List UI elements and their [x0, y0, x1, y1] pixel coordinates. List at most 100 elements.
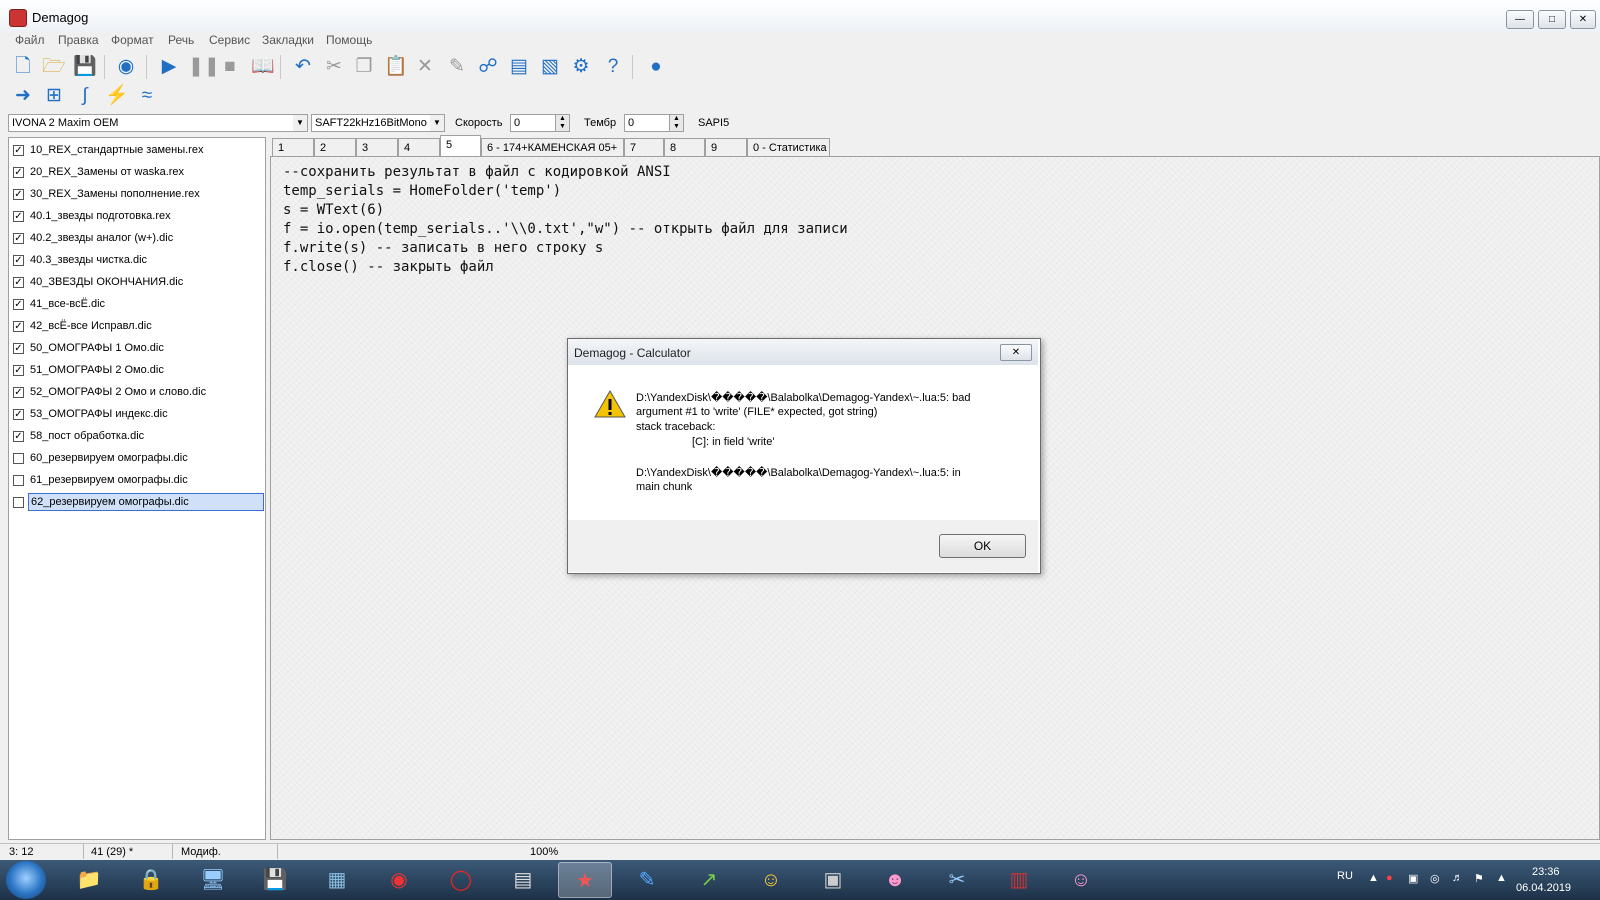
list-item[interactable]: ✓ 40.1_звезды подготовка.rex	[12, 207, 262, 227]
save-icon[interactable]: 💾	[73, 56, 97, 78]
checkbox[interactable]	[13, 453, 24, 464]
notepad-icon[interactable]: ✎	[620, 862, 674, 898]
menu-bookmarks[interactable]: Закладки	[262, 33, 314, 47]
media-icon[interactable]: ★	[558, 862, 612, 898]
help-icon[interactable]: ?	[602, 56, 624, 78]
headphones-icon[interactable]: ◎	[1430, 872, 1440, 885]
speaker-icon[interactable]: ♬	[1452, 872, 1463, 884]
undo-icon[interactable]: ↶	[292, 56, 314, 78]
clock-date[interactable]: 06.04.2019	[1516, 882, 1571, 894]
checkbox-checked[interactable]: ✓	[13, 211, 24, 222]
integral-icon[interactable]: ∫	[74, 85, 96, 107]
chrome-icon[interactable]: ◉	[372, 862, 426, 898]
language-indicator[interactable]: RU	[1337, 870, 1353, 882]
checkbox-checked[interactable]: ✓	[13, 145, 24, 156]
tab-2[interactable]: 3	[356, 138, 398, 156]
menu-file[interactable]: Файл	[15, 33, 45, 47]
maximize-button[interactable]: □	[1538, 10, 1566, 29]
disc-icon[interactable]: ◉	[115, 56, 137, 78]
checkbox-checked[interactable]: ✓	[13, 321, 24, 332]
list-item[interactable]: ✓ 52_ОМОГРАФЫ 2 Омо и слово.dic	[12, 383, 262, 403]
flag-icon[interactable]: ⚑	[1474, 872, 1484, 885]
pause-icon[interactable]: ❚❚	[188, 56, 220, 78]
list-item[interactable]: ✓ 30_REX_Замены пополнение.rex	[12, 185, 262, 205]
menu-service[interactable]: Сервис	[209, 33, 250, 47]
list-item[interactable]: ✓ 42_всЁ-все Исправл.dic	[12, 317, 262, 337]
network-signal-icon[interactable]: ▲	[1496, 872, 1507, 884]
timbre-spinner[interactable]: 0 ▲ ▼	[624, 114, 684, 132]
file-list[interactable]: ✓ 10_REX_стандартные замены.rex ✓ 20_REX_За…	[8, 137, 266, 840]
dialog-close-button[interactable]: ✕	[1000, 344, 1032, 361]
gear-icon[interactable]: ⚙	[570, 56, 592, 78]
anime-avatar-icon[interactable]: ☻	[868, 862, 922, 898]
list-item[interactable]: ✓ 58_пост обработка.dic	[12, 427, 262, 447]
menu-help[interactable]: Помощь	[326, 33, 372, 47]
tab-9[interactable]: 0 - Статистика	[747, 138, 830, 156]
control-panel-icon[interactable]: ▦	[310, 862, 364, 898]
checkbox-checked[interactable]: ✓	[13, 189, 24, 200]
list-item[interactable]: ✓ 20_REX_Замены от waska.rex	[12, 163, 262, 183]
save-icon[interactable]: 💾	[248, 862, 302, 898]
binoculars-icon[interactable]: ☍	[477, 56, 499, 78]
checkbox-checked[interactable]: ✓	[13, 299, 24, 310]
menu-speech[interactable]: Речь	[168, 33, 194, 47]
stop-icon[interactable]: ■	[219, 56, 241, 78]
network-icon[interactable]: 🖥	[186, 862, 240, 898]
globe-icon[interactable]: ●	[645, 56, 667, 78]
smiley-icon[interactable]: ☺	[744, 862, 798, 898]
tab-1[interactable]: 2	[314, 138, 356, 156]
copy-icon[interactable]: ❐	[353, 56, 375, 78]
minimize-button[interactable]: —	[1506, 10, 1534, 29]
list-item[interactable]: 60_резервируем омографы.dic	[12, 449, 262, 469]
scissors-icon[interactable]: ✂	[930, 862, 984, 898]
list-item[interactable]: ✓ 41_все-всЁ.dic	[12, 295, 262, 315]
list-item[interactable]: ✓ 10_REX_стандартные замены.rex	[12, 141, 262, 161]
open-folder-icon[interactable]: 🗁	[42, 56, 66, 78]
approx-icon[interactable]: ≈	[136, 85, 158, 107]
arrow-right-icon[interactable]: ➜	[12, 85, 34, 107]
delete-icon[interactable]: ✕	[414, 56, 436, 78]
tray-app-icon[interactable]: ▣	[1408, 872, 1418, 885]
checkbox-checked[interactable]: ✓	[13, 233, 24, 244]
checkbox[interactable]	[13, 475, 24, 486]
list-item[interactable]: ✓ 50_ОМОГРАФЫ 1 Омо.dic	[12, 339, 262, 359]
cut-icon[interactable]: ✂	[323, 56, 345, 78]
checkbox-checked[interactable]: ✓	[13, 343, 24, 354]
demagog-icon[interactable]: ☺	[1054, 862, 1108, 898]
tab-3[interactable]: 4	[398, 138, 440, 156]
play-icon[interactable]: ▶	[158, 56, 180, 78]
tab-5[interactable]: 6 - 174+КАМЕНСКАЯ 05+	[481, 138, 624, 156]
spin-arrows-icon[interactable]: ▲ ▼	[669, 115, 683, 131]
convert-icon[interactable]: ⊞	[43, 85, 65, 107]
new-file-icon[interactable]: 🗋	[12, 56, 34, 78]
tab-8[interactable]: 9	[705, 138, 747, 156]
text-icon[interactable]: ▧	[539, 56, 561, 78]
tray-expand-icon[interactable]: ▲	[1368, 872, 1379, 884]
checkbox-checked[interactable]: ✓	[13, 255, 24, 266]
spin-arrows-icon[interactable]: ▲ ▼	[555, 115, 569, 131]
book-icon[interactable]: 📖	[251, 56, 275, 78]
voice-select[interactable]: IVONA 2 Maxim OEM ▼	[8, 114, 308, 132]
opera-icon[interactable]: ◯	[434, 862, 488, 898]
menu-format[interactable]: Формат	[111, 33, 154, 47]
lightning-icon[interactable]: ⚡	[105, 85, 129, 107]
start-button[interactable]	[6, 861, 46, 899]
list-item[interactable]: ✓ 53_ОМОГРАФЫ индекс.dic	[12, 405, 262, 425]
paste-icon[interactable]: 📋	[384, 56, 408, 78]
ok-button[interactable]: OK	[939, 534, 1026, 558]
winrar-icon[interactable]: ▥	[992, 862, 1046, 898]
close-button[interactable]: ✕	[1570, 10, 1596, 29]
checkbox-checked[interactable]: ✓	[13, 365, 24, 376]
list-item[interactable]: ✓ 51_ОМОГРАФЫ 2 Омо.dic	[12, 361, 262, 381]
explorer-icon[interactable]: 📁	[62, 862, 116, 898]
checkbox[interactable]	[13, 497, 24, 508]
monitor-icon[interactable]: ▣	[806, 862, 860, 898]
speed-spinner[interactable]: 0 ▲ ▼	[510, 114, 570, 132]
checkbox-checked[interactable]: ✓	[13, 387, 24, 398]
tab-0[interactable]: 1	[272, 138, 314, 156]
edit-icon[interactable]: ✎	[446, 56, 468, 78]
list-item[interactable]: ✓ 40_ЗВЕЗДЫ ОКОНЧАНИЯ.dic	[12, 273, 262, 293]
list-item[interactable]: ✓ 40.3_звезды чистка.dic	[12, 251, 262, 271]
antivirus-icon[interactable]: ●	[1386, 872, 1393, 884]
clock-time[interactable]: 23:36	[1532, 866, 1560, 878]
